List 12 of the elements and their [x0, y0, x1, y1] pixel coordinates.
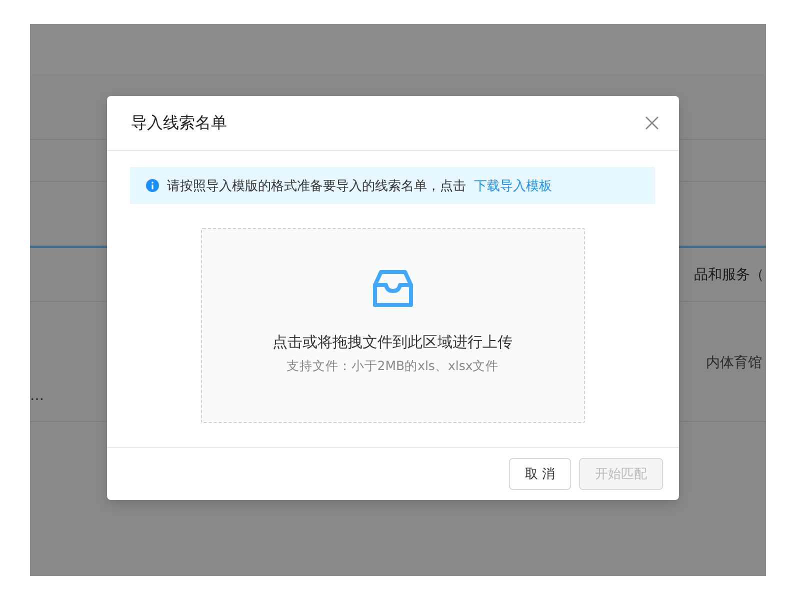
close-icon[interactable] [645, 116, 659, 130]
inbox-icon [372, 269, 414, 309]
table-cell: 内体育馆 [706, 354, 762, 372]
cancel-button[interactable]: 取 消 [508, 458, 571, 490]
upload-subhint: 支持文件：小于2MB的xls、xlsx文件 [286, 358, 499, 375]
column-header: 品和服务（ [694, 266, 764, 284]
upload-hint: 点击或将拖拽文件到此区域进行上传 [272, 333, 512, 352]
table-cell: … [30, 388, 44, 404]
dialog-title: 导入线索名单 [131, 112, 227, 134]
alert-text: 请按照导入模版的格式准备要导入的线索名单，点击 [167, 178, 466, 194]
upload-dropzone[interactable]: 点击或将拖拽文件到此区域进行上传 支持文件：小于2MB的xls、xlsx文件 [200, 228, 584, 423]
info-icon [146, 179, 159, 192]
